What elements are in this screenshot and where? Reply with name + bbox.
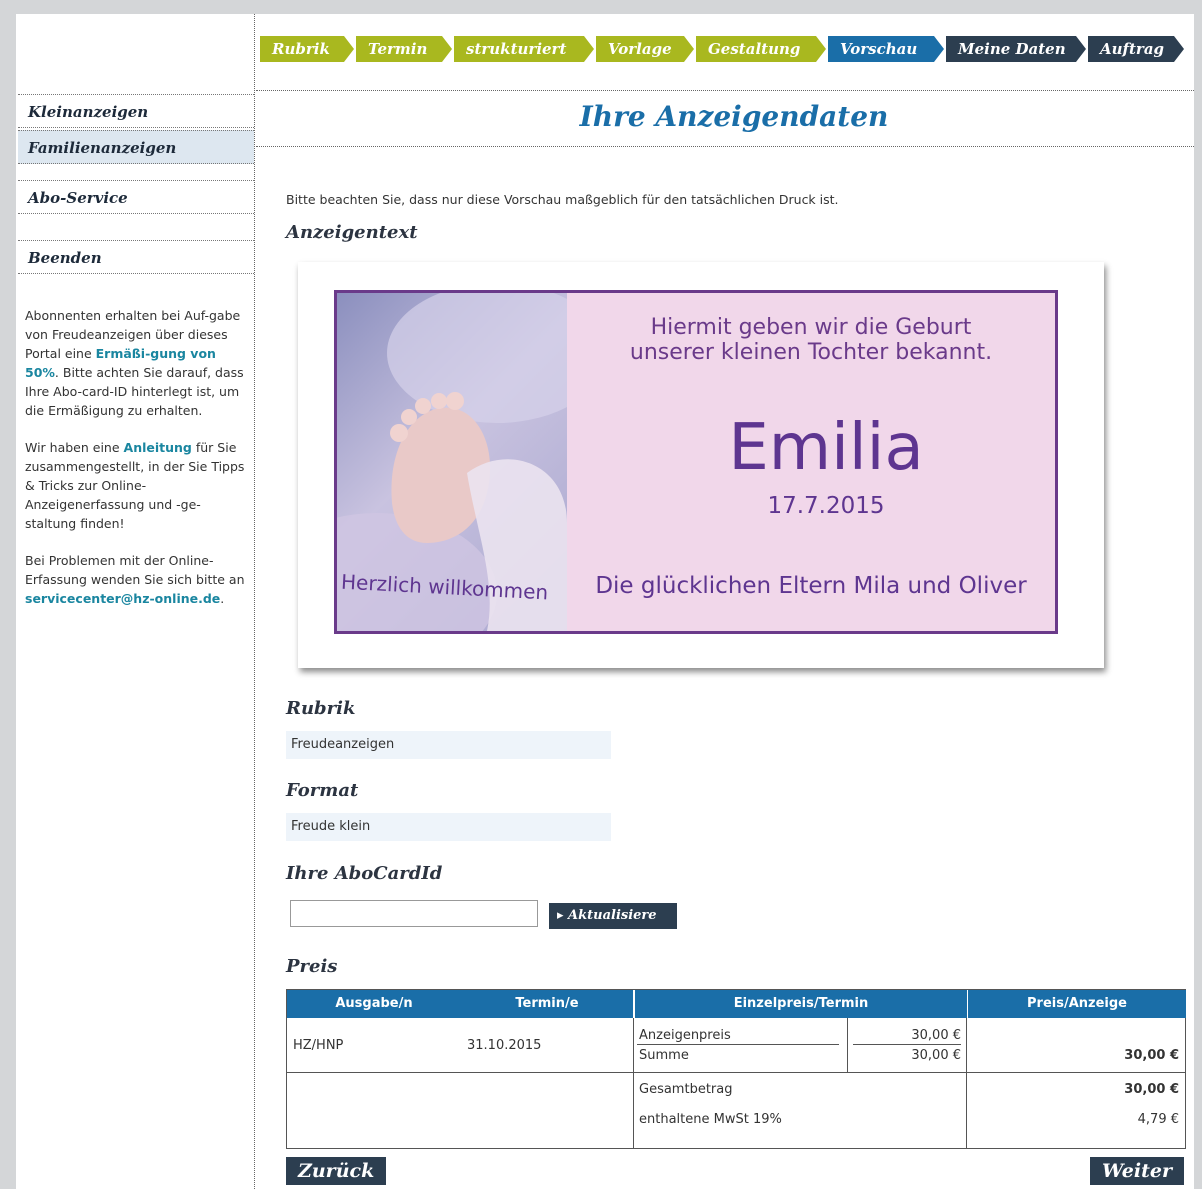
table-cell-gesamt-label: Gesamtbetrag — [639, 1082, 733, 1097]
title-divider — [256, 146, 1194, 147]
table-cell-termin: 31.10.2015 — [467, 1038, 542, 1053]
guide-link[interactable]: Anleitung — [124, 440, 192, 455]
sidebar-item-label: Abo-Service — [28, 189, 128, 207]
col-header-termin: Termin/e — [515, 996, 579, 1011]
step-vorschau[interactable]: Vorschau — [828, 36, 944, 62]
step-termin[interactable]: Termin — [356, 36, 452, 62]
abocard-heading: Ihre AboCardId — [286, 863, 443, 884]
main-content: Rubrik Termin strukturiert Vorlage Gesta… — [256, 14, 1194, 1189]
next-button[interactable]: Weiter — [1090, 1157, 1184, 1185]
back-button[interactable]: Zurück — [286, 1157, 387, 1185]
price-table: Ausgabe/n Termin/e Einzelpreis/Termin Pr… — [286, 989, 1186, 1149]
rubrik-heading: Rubrik — [286, 698, 356, 719]
table-cell-summe-label: Summe — [639, 1048, 689, 1063]
col-header-einzelpreis: Einzelpreis/Termin — [634, 990, 967, 1018]
table-cell-summe-value: 30,00 € — [911, 1048, 961, 1063]
preis-heading: Preis — [286, 956, 338, 977]
info-support: Bei Problemen mit der Online-Erfassung w… — [25, 553, 245, 606]
step-gestaltung[interactable]: Gestaltung — [696, 36, 826, 62]
ad-text-area: Hiermit geben wir die Geburt unserer kle… — [567, 293, 1055, 631]
step-rubrik[interactable]: Rubrik — [260, 36, 354, 62]
preview-notice: Bitte beachten Sie, dass nur diese Vorsc… — [286, 192, 839, 207]
baby-foot-photo: Herzlich willkommen — [337, 293, 567, 631]
table-divider — [633, 1018, 634, 1148]
format-heading: Format — [286, 780, 359, 801]
rubrik-value: Freudeanzeigen — [286, 731, 611, 759]
sidebar-item-familienanzeigen[interactable]: Familienanzeigen — [18, 130, 254, 164]
table-divider — [966, 1018, 967, 1148]
step-progress: Rubrik Termin strukturiert Vorlage Gesta… — [260, 36, 1190, 62]
sidebar-item-kleinanzeigen[interactable]: Kleinanzeigen — [18, 94, 254, 128]
table-divider — [287, 1072, 1185, 1073]
step-auftrag[interactable]: Auftrag — [1088, 36, 1184, 62]
abocard-input[interactable] — [290, 900, 538, 927]
info-guide: Wir haben eine Anleitung für Sie zusamme… — [25, 440, 245, 531]
table-cell-anzeigenpreis-label: Anzeigenpreis — [639, 1028, 731, 1043]
header-divider — [256, 90, 1194, 91]
table-divider — [637, 1044, 839, 1045]
table-cell-mwst-value: 4,79 € — [1137, 1112, 1179, 1127]
sidebar-item-beenden[interactable]: Beenden — [18, 240, 254, 274]
sidebar-item-abo-service[interactable]: Abo-Service — [18, 180, 254, 214]
info-discount: Abonnenten erhalten bei Auf-gabe von Fre… — [25, 308, 244, 418]
support-email-link[interactable]: servicecenter@hz-online.de — [25, 591, 220, 606]
step-vorlage[interactable]: Vorlage — [596, 36, 694, 62]
page: Kleinanzeigen Familienanzeigen Abo-Servi… — [16, 14, 1194, 1189]
format-value: Freude klein — [286, 813, 611, 841]
table-cell-anzeigenpreis-value: 30,00 € — [911, 1028, 961, 1043]
ad-parents: Die glücklichen Eltern Mila und Oliver — [595, 573, 1027, 599]
table-cell-mwst-label: enthaltene MwSt 19% — [639, 1112, 782, 1127]
page-title: Ihre Anzeigendaten — [579, 100, 889, 133]
sidebar-item-label: Familienanzeigen — [28, 139, 177, 157]
sidebar-info: Abonnenten erhalten bei Auf-gabe von Fre… — [25, 306, 245, 626]
table-divider — [847, 1018, 848, 1072]
sidebar: Kleinanzeigen Familienanzeigen Abo-Servi… — [16, 14, 255, 1189]
sidebar-item-label: Kleinanzeigen — [28, 103, 149, 121]
ad-announcement: Hiermit geben wir die Geburt unserer kle… — [629, 315, 993, 365]
sidebar-item-label: Beenden — [28, 249, 102, 267]
table-cell-ausgabe: HZ/HNP — [293, 1038, 344, 1053]
table-divider — [853, 1044, 961, 1045]
col-header-preis-anzeige: Preis/Anzeige — [967, 990, 1186, 1018]
ad-text-heading: Anzeigentext — [286, 222, 418, 243]
update-button[interactable]: ▸ Aktualisiere — [549, 903, 677, 929]
ad-preview: Herzlich willkommen Hiermit geben wir di… — [334, 290, 1058, 634]
ad-birth-date: 17.7.2015 — [767, 493, 885, 519]
table-cell-preis-anzeige: 30,00 € — [1124, 1048, 1179, 1063]
ad-child-name: Emilia — [728, 411, 924, 485]
step-meine-daten[interactable]: Meine Daten — [946, 36, 1086, 62]
step-strukturiert[interactable]: strukturiert — [454, 36, 594, 62]
col-header-ausgabe: Ausgabe/n — [335, 996, 413, 1011]
table-cell-gesamt-value: 30,00 € — [1124, 1082, 1179, 1097]
